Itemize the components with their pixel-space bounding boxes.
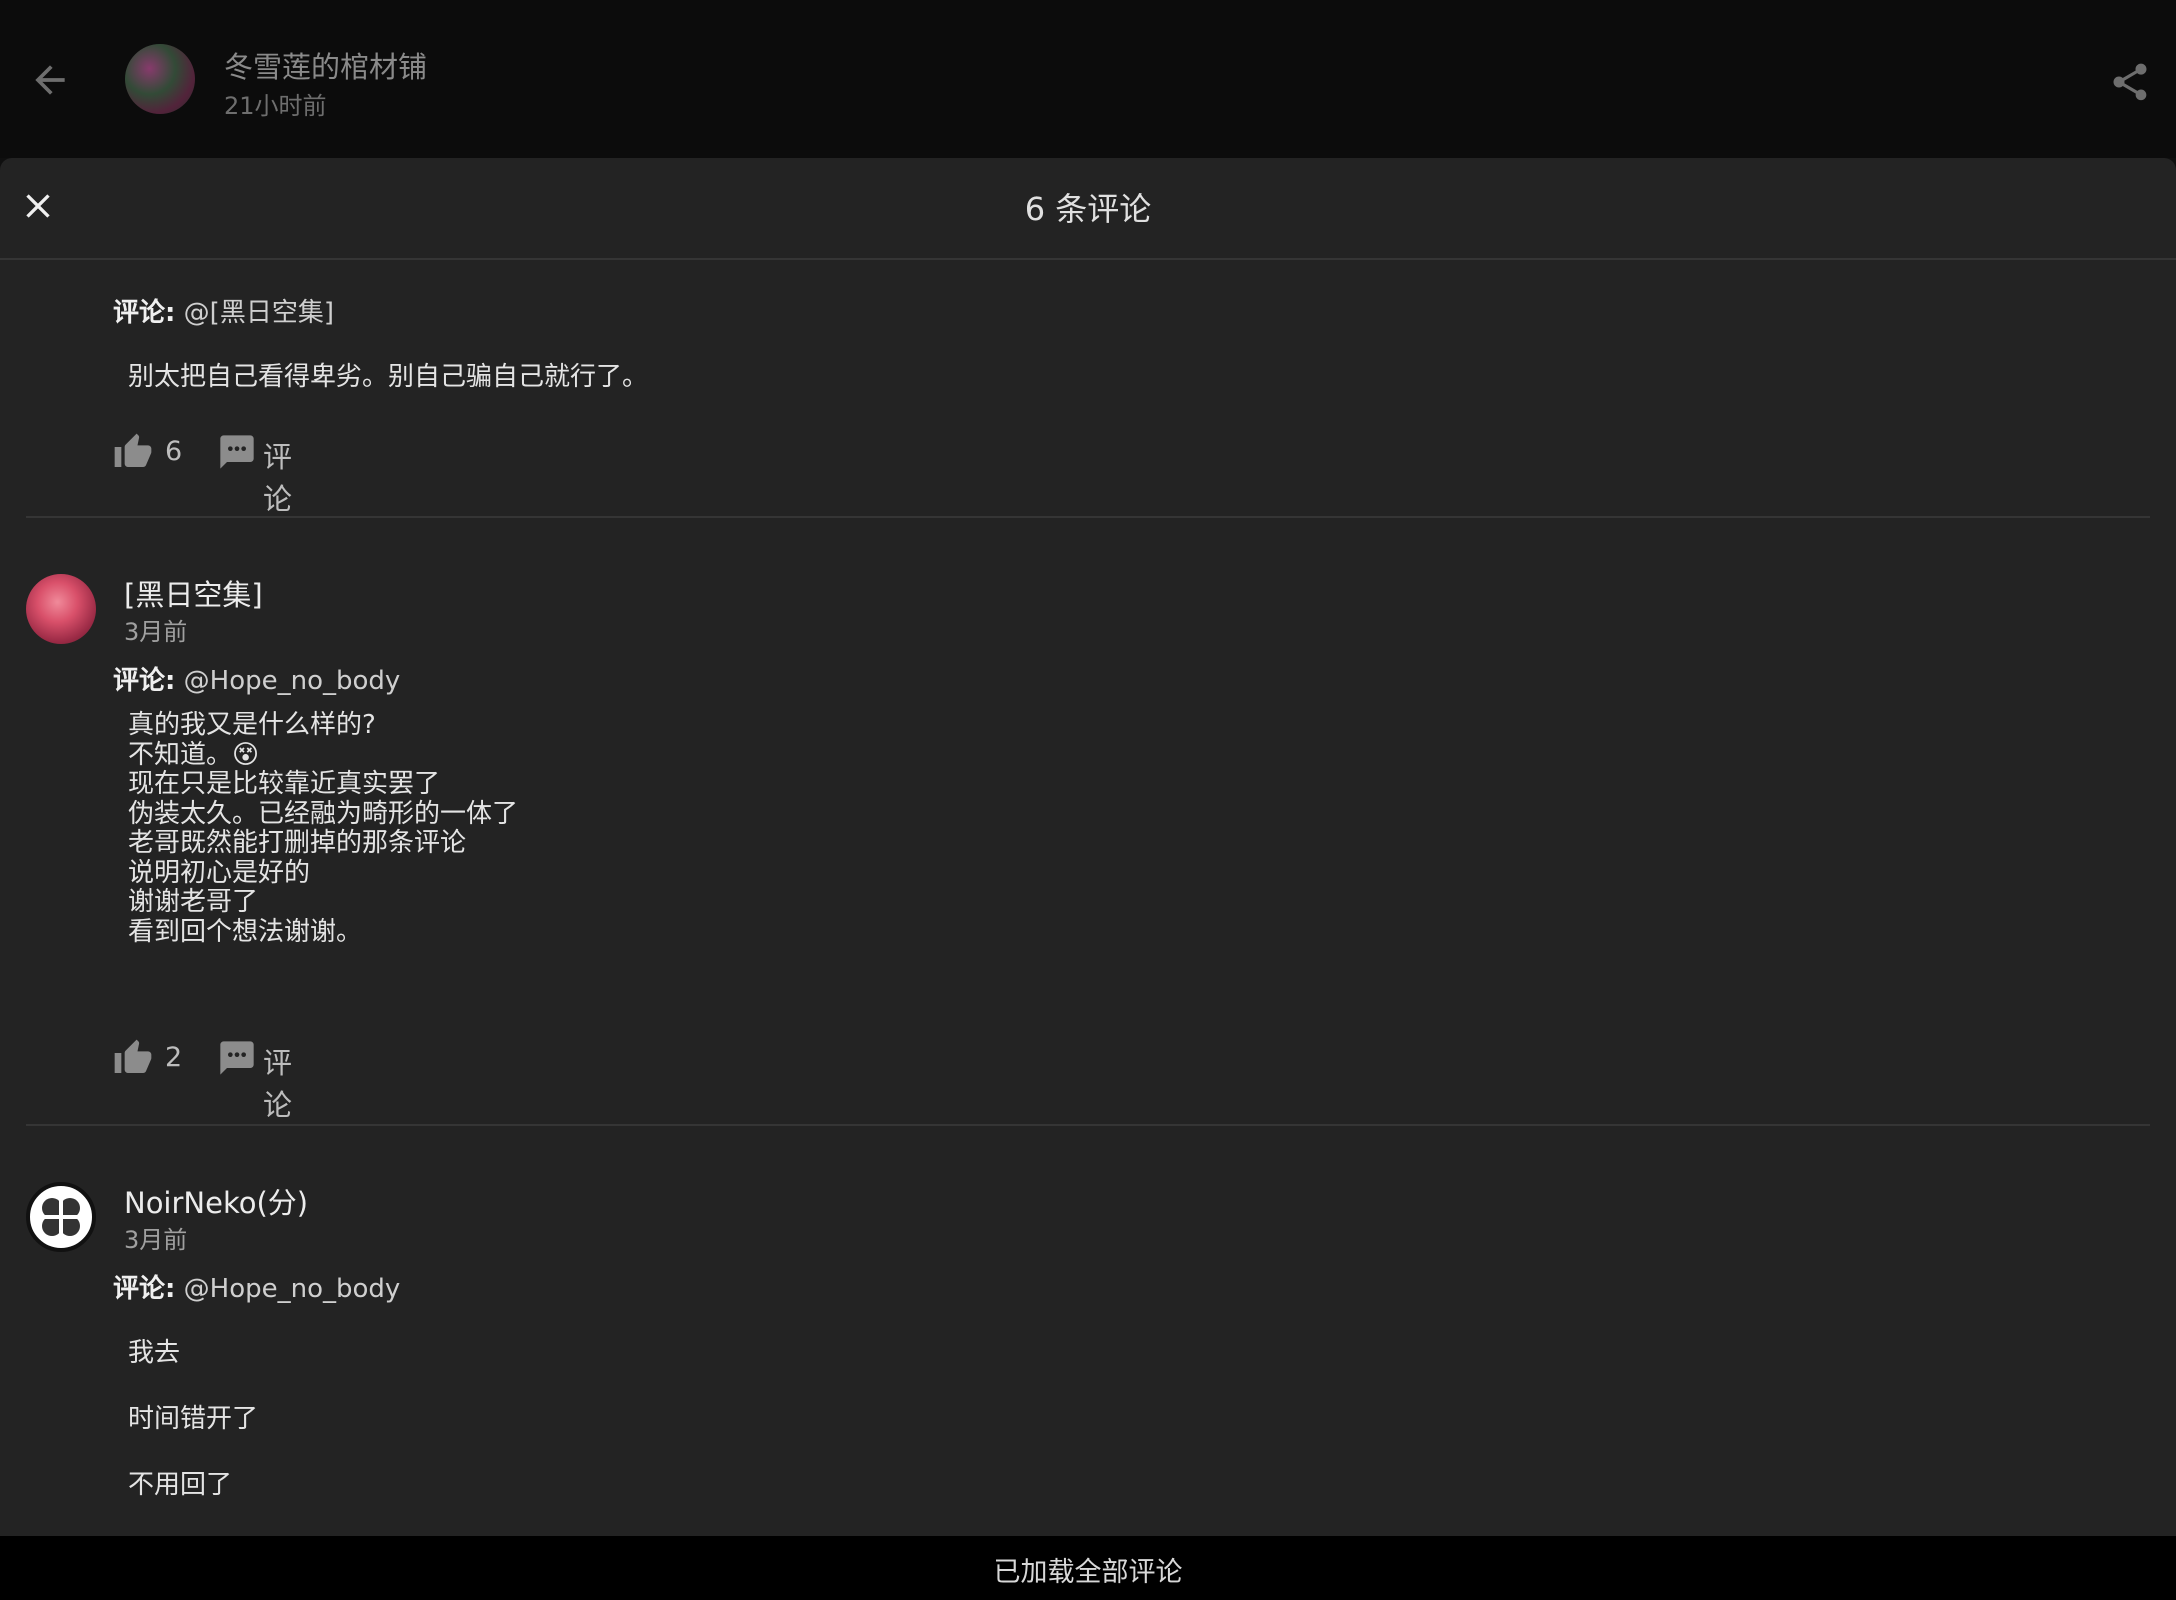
comment-item: NoirNeko(分) 3月前 评论: @Hope_no_body 我去 时间错… (0, 1126, 2176, 1536)
comment-text: 别太把自己看得卑劣。别自己骗自己就行了。 (128, 362, 649, 392)
reply-prefix: 评论: (113, 298, 176, 328)
reply-target[interactable]: @Hope_no_body (184, 666, 401, 696)
username[interactable]: [黑日空集] (124, 572, 263, 614)
post-header: 冬雪莲的棺材铺 21小时前 (0, 0, 2176, 158)
back-arrow-icon[interactable] (28, 58, 72, 102)
comment-text: 看到回个想法谢谢。 (128, 917, 363, 947)
sheet-header: 6 条评论 (0, 158, 2176, 260)
reply-button[interactable]: 评论 (263, 1040, 292, 1124)
author-avatar[interactable] (125, 44, 195, 114)
reply-button[interactable]: 评论 (263, 434, 292, 518)
comment-bubble-icon[interactable] (217, 1038, 257, 1078)
comment-text: 时间错开了 (128, 1404, 259, 1434)
comment-time: 3月前 (124, 618, 188, 646)
post-time: 21小时前 (224, 92, 327, 120)
comment-count-title: 6 条评论 (1024, 190, 1152, 228)
avatar[interactable] (26, 1182, 96, 1252)
like-count: 2 (165, 1042, 183, 1073)
comment-time: 3月前 (124, 1226, 188, 1254)
comment-bubble-icon[interactable] (217, 432, 257, 472)
reply-to-line: 评论: @[黑日空集] (113, 292, 334, 329)
thumbs-up-icon[interactable] (113, 1038, 153, 1078)
like-count: 6 (165, 436, 183, 467)
comments-sheet: 6 条评论 评论: @[黑日空集] 别太把自己看得卑劣。别自己骗自己就行了。 6… (0, 158, 2176, 1536)
reply-target[interactable]: @[黑日空集] (184, 298, 334, 328)
comment-text: 我去 (128, 1338, 181, 1368)
reply-prefix: 评论: (113, 1274, 176, 1304)
thumbs-up-icon[interactable] (113, 432, 153, 472)
load-status-bar: 已加载全部评论 (0, 1536, 2176, 1600)
reply-to-line: 评论: @Hope_no_body (113, 1268, 400, 1305)
reply-prefix: 评论: (113, 666, 176, 696)
clover-icon (32, 1188, 90, 1246)
all-loaded-text: 已加载全部评论 (993, 1557, 1183, 1588)
comment-item: [黑日空集] 3月前 评论: @Hope_no_body 真的我又是什么样的? … (0, 518, 2176, 1124)
share-icon[interactable] (2108, 60, 2152, 104)
avatar[interactable] (26, 574, 96, 644)
reply-target[interactable]: @Hope_no_body (184, 1274, 401, 1304)
comment-item: 评论: @[黑日空集] 别太把自己看得卑劣。别自己骗自己就行了。 6 评论 (0, 260, 2176, 518)
author-name[interactable]: 冬雪莲的棺材铺 (224, 44, 427, 86)
reply-to-line: 评论: @Hope_no_body (113, 660, 400, 697)
comment-list[interactable]: 评论: @[黑日空集] 别太把自己看得卑劣。别自己骗自己就行了。 6 评论 [黑… (0, 260, 2176, 1536)
username[interactable]: NoirNeko(分) (124, 1180, 308, 1222)
comment-text: 不用回了 (128, 1470, 233, 1500)
